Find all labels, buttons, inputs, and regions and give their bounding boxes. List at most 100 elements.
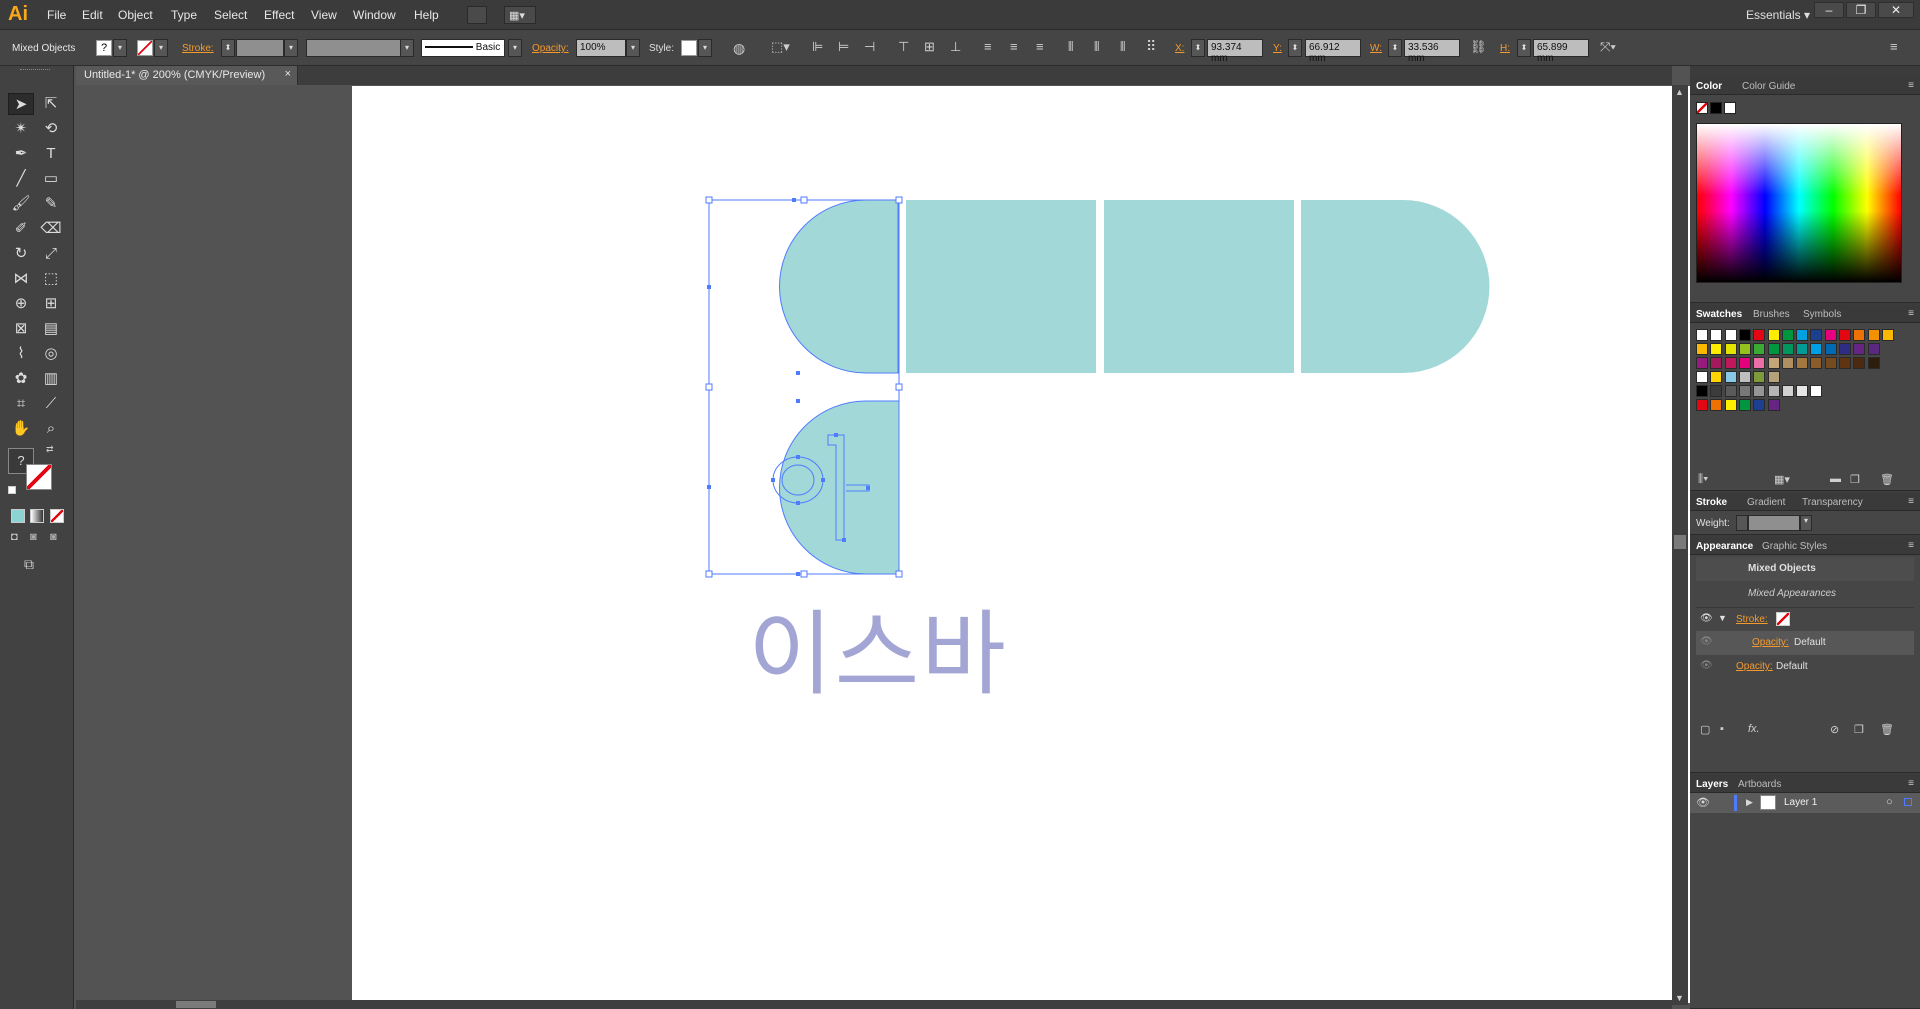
opacity-dropdown[interactable]: ▾	[626, 39, 640, 57]
color-swatch[interactable]	[1824, 357, 1837, 369]
color-swatch[interactable]	[1796, 343, 1809, 355]
new-swatch-icon[interactable]: ❐	[1850, 473, 1860, 486]
color-swatch[interactable]	[1767, 399, 1780, 411]
color-swatch[interactable]	[1767, 343, 1780, 355]
stroke-weight-field[interactable]	[236, 39, 284, 57]
appearance-opacity-label[interactable]: Opacity:	[1752, 637, 1789, 648]
align-vertical-center-icon[interactable]: ⊞	[924, 39, 935, 55]
color-swatch[interactable]	[1781, 385, 1794, 397]
delete-swatch-icon[interactable]: 🗑	[1880, 473, 1894, 486]
weight-stepper[interactable]	[1736, 515, 1748, 531]
blob-brush-tool-icon[interactable]: ✐	[8, 218, 34, 240]
column-graph-tool-icon[interactable]: ▥	[38, 368, 64, 390]
rounded-right-shape[interactable]	[1301, 200, 1490, 373]
control-bar-menu-icon[interactable]: ≡	[1890, 39, 1898, 54]
appearance-stroke-opacity-row[interactable]: 👁 Opacity: Default	[1696, 631, 1914, 655]
tab-graphic-styles[interactable]: Graphic Styles	[1762, 541, 1827, 552]
gradient-tool-icon[interactable]: ▤	[38, 318, 64, 340]
tools-panel-grip[interactable]	[20, 69, 50, 72]
color-swatch[interactable]	[1810, 329, 1823, 341]
tab-artboards[interactable]: Artboards	[1738, 779, 1781, 790]
w-stepper[interactable]: ⬍	[1388, 39, 1402, 57]
symbol-sprayer-tool-icon[interactable]: ✿	[8, 368, 34, 390]
color-swatch[interactable]	[1867, 329, 1880, 341]
color-swatch[interactable]	[1853, 357, 1866, 369]
layer-row[interactable]: 👁 ▶ Layer 1 ○	[1690, 793, 1920, 813]
color-swatch[interactable]	[1696, 385, 1708, 397]
appearance-opacity2-label[interactable]: Opacity:	[1736, 661, 1773, 672]
appearance-panel-menu-icon[interactable]: ≡	[1908, 540, 1914, 551]
pencil-tool-icon[interactable]: ✎	[38, 193, 64, 215]
constrain-proportions-icon[interactable]: ⛓	[1470, 39, 1487, 55]
menu-file[interactable]: File	[47, 8, 66, 22]
type-tool-icon[interactable]: T	[38, 143, 64, 165]
layer-target-icon[interactable]: ○	[1886, 796, 1893, 808]
distribute-horizontal-center-icon[interactable]: ⫴	[1094, 39, 1099, 55]
visibility-eye-icon[interactable]: 👁	[1700, 636, 1713, 647]
pen-tool-icon[interactable]: ✒	[8, 143, 34, 165]
distribute-bottom-icon[interactable]: ≡	[1036, 39, 1044, 54]
scroll-down-arrow-icon[interactable]: ▼	[1675, 993, 1684, 1003]
color-swatch[interactable]	[1738, 385, 1751, 397]
align-right-icon[interactable]: ⊣	[864, 39, 875, 55]
add-fill-icon[interactable]: ▪	[1720, 723, 1724, 735]
square-shape-2[interactable]	[1104, 200, 1294, 373]
align-to-selection-icon[interactable]: ⬚▾	[771, 39, 790, 55]
artwork-layer[interactable]	[76, 85, 1672, 1005]
restore-button[interactable]: ❐	[1846, 2, 1876, 18]
color-swatch[interactable]	[1867, 343, 1880, 355]
color-swatch[interactable]	[1753, 329, 1766, 341]
recolor-artwork-icon[interactable]: ◍	[733, 40, 745, 57]
distribute-top-icon[interactable]: ≡	[984, 39, 992, 54]
color-swatch[interactable]	[1724, 329, 1737, 341]
lasso-tool-icon[interactable]: ⟲	[38, 118, 64, 140]
rounded-left-shape-top[interactable]	[779, 200, 899, 373]
color-swatch[interactable]	[1781, 343, 1794, 355]
free-transform-tool-icon[interactable]: ⬚	[38, 268, 64, 290]
h-field[interactable]: 65.899 mm	[1533, 39, 1589, 64]
color-swatch[interactable]	[1753, 357, 1766, 369]
color-swatch[interactable]	[1753, 371, 1766, 383]
color-swatch[interactable]	[1867, 357, 1880, 369]
draw-behind-icon[interactable]: ◙	[30, 531, 37, 543]
menu-effect[interactable]: Effect	[264, 8, 294, 22]
color-swatch[interactable]	[1738, 371, 1751, 383]
color-swatch[interactable]	[1696, 329, 1708, 341]
minimize-button[interactable]: –	[1814, 2, 1844, 18]
fill-dropdown[interactable]: ▾	[113, 39, 127, 57]
show-swatch-kinds-icon[interactable]: ▦▾	[1774, 473, 1790, 486]
color-swatch[interactable]	[1824, 343, 1837, 355]
color-swatch[interactable]	[1724, 385, 1737, 397]
brush-definition-field[interactable]: Basic	[421, 39, 505, 57]
eraser-tool-icon[interactable]: ⌫	[38, 218, 64, 240]
blend-tool-icon[interactable]: ◎	[38, 343, 64, 365]
delete-item-icon[interactable]: 🗑	[1880, 723, 1894, 736]
vertical-scroll-thumb[interactable]	[1674, 535, 1686, 549]
artwork-text[interactable]: 이스바	[748, 580, 1008, 713]
variable-width-field[interactable]	[306, 39, 402, 57]
weight-field[interactable]	[1748, 515, 1800, 531]
x-field[interactable]: 93.374 mm	[1207, 39, 1263, 64]
hand-tool-icon[interactable]: ✋	[8, 418, 34, 440]
color-panel-menu-icon[interactable]: ≡	[1908, 80, 1914, 91]
stroke-dropdown[interactable]: ▾	[154, 39, 168, 57]
layers-panel-menu-icon[interactable]: ≡	[1908, 778, 1914, 789]
color-swatch[interactable]	[1853, 329, 1866, 341]
color-black-swatch[interactable]	[1710, 102, 1722, 114]
color-swatch[interactable]	[1696, 343, 1708, 355]
color-swatch[interactable]	[1767, 385, 1780, 397]
align-top-icon[interactable]: ⊤	[898, 39, 909, 55]
color-swatch[interactable]	[1710, 399, 1723, 411]
color-swatch[interactable]	[1724, 357, 1737, 369]
tab-color[interactable]: Color	[1696, 81, 1722, 92]
perspective-grid-tool-icon[interactable]: ⊞	[38, 293, 64, 315]
zoom-tool-icon[interactable]: ⌕	[38, 418, 64, 440]
transform-options-icon[interactable]: ⤧▾	[1600, 39, 1616, 55]
close-tab-icon[interactable]: ×	[285, 68, 291, 80]
width-tool-icon[interactable]: ⋈	[8, 268, 34, 290]
tab-color-guide[interactable]: Color Guide	[1742, 81, 1795, 92]
color-spectrum[interactable]	[1696, 123, 1902, 283]
tab-symbols[interactable]: Symbols	[1803, 309, 1841, 320]
color-white-swatch[interactable]	[1724, 102, 1736, 114]
line-tool-icon[interactable]: ╱	[8, 168, 34, 190]
